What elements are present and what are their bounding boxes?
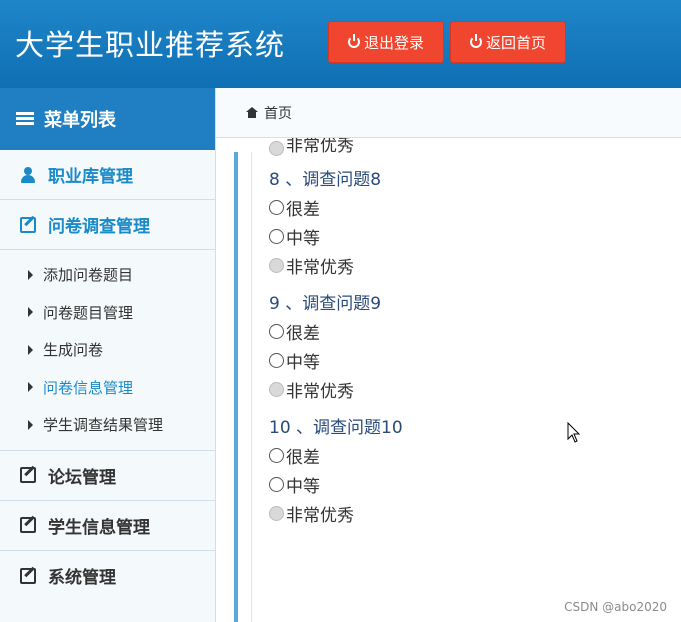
- option-label: 中等: [286, 353, 320, 373]
- radio-button[interactable]: [269, 200, 284, 215]
- sidebar-item-career-library[interactable]: 职业库管理: [0, 150, 215, 200]
- caret-right-icon: [28, 344, 33, 355]
- submenu-label: 学生调查结果管理: [43, 416, 164, 435]
- sidebar-item-system[interactable]: 系统管理: [0, 551, 215, 601]
- option-row[interactable]: 中等: [269, 222, 669, 251]
- radio-button[interactable]: [269, 141, 284, 156]
- list-icon: [16, 112, 34, 126]
- return-home-label: 返回首页: [485, 33, 546, 52]
- edit-icon: [20, 216, 36, 233]
- option-row[interactable]: 非常优秀: [269, 138, 669, 156]
- option-label: 中等: [286, 229, 320, 249]
- menu-title: 菜单列表: [44, 110, 116, 131]
- option-row[interactable]: 非常优秀: [269, 375, 669, 404]
- submenu-generate-survey[interactable]: 生成问卷: [0, 331, 215, 369]
- option-row[interactable]: 很差: [269, 317, 669, 346]
- sidebar-item-label: 问卷调查管理: [48, 217, 150, 237]
- caret-right-icon: [28, 382, 33, 393]
- question-title: 9 、调查问题9: [269, 294, 382, 314]
- question-title: 8 、调查问题8: [269, 170, 382, 190]
- power-icon: [469, 34, 482, 48]
- watermark: CSDN @abo2020: [564, 600, 667, 614]
- option-row[interactable]: 中等: [269, 346, 669, 375]
- option-label: 非常优秀: [286, 382, 354, 402]
- logout-label: 退出登录: [363, 33, 424, 52]
- radio-button[interactable]: [269, 229, 284, 244]
- option-label: 非常优秀: [286, 506, 354, 526]
- option-row[interactable]: 很差: [269, 441, 669, 470]
- edit-icon: [20, 567, 36, 584]
- menu-header: 菜单列表: [0, 88, 215, 150]
- logout-button[interactable]: 退出登录: [328, 21, 444, 63]
- option-row[interactable]: 非常优秀: [269, 499, 669, 528]
- option-label: 非常优秀: [286, 258, 354, 278]
- option-label: 很差: [286, 324, 320, 344]
- breadcrumb-home[interactable]: 首页: [264, 103, 292, 123]
- submenu-label: 生成问卷: [43, 341, 104, 360]
- user-icon: [21, 166, 35, 183]
- caret-right-icon: [28, 307, 33, 318]
- submenu-label: 添加问卷题目: [43, 266, 134, 285]
- content-border: [234, 152, 238, 622]
- option-row[interactable]: 非常优秀: [269, 251, 669, 280]
- radio-button[interactable]: [269, 506, 284, 521]
- submenu-label: 问卷信息管理: [43, 378, 134, 397]
- edit-icon: [20, 467, 36, 483]
- app-title: 大学生职业推荐系统: [15, 28, 286, 62]
- sidebar-item-forum[interactable]: 论坛管理: [0, 451, 215, 501]
- option-label: 中等: [286, 477, 320, 497]
- return-home-button[interactable]: 返回首页: [450, 21, 566, 63]
- submenu-survey-results[interactable]: 学生调查结果管理: [0, 406, 215, 444]
- survey-content: 非常优秀 8 、调查问题8 很差 中等 非常优秀 9 、调查问题9 很差 中等 …: [216, 138, 681, 622]
- submenu-survey-info[interactable]: 问卷信息管理: [0, 369, 215, 407]
- radio-button[interactable]: [269, 477, 284, 492]
- survey-submenu: 添加问卷题目 问卷题目管理 生成问卷 问卷信息管理 学生调查结果管理: [0, 250, 215, 451]
- mouse-cursor-icon: [567, 422, 581, 443]
- radio-button[interactable]: [269, 382, 284, 397]
- sidebar: 菜单列表 职业库管理 问卷调查管理 添加问卷题目 问卷题目管理 生成问卷 问卷信…: [0, 88, 216, 622]
- radio-button[interactable]: [269, 448, 284, 463]
- power-icon: [347, 34, 360, 48]
- option-label: 非常优秀: [286, 138, 354, 156]
- survey-questions: 非常优秀 8 、调查问题8 很差 中等 非常优秀 9 、调查问题9 很差 中等 …: [269, 138, 669, 528]
- submenu-question-manage[interactable]: 问卷题目管理: [0, 294, 215, 332]
- option-row[interactable]: 很差: [269, 193, 669, 222]
- submenu-label: 问卷题目管理: [43, 303, 134, 322]
- submenu-add-question[interactable]: 添加问卷题目: [0, 256, 215, 294]
- breadcrumb: 首页: [216, 88, 681, 138]
- sidebar-item-label: 论坛管理: [48, 467, 116, 488]
- radio-button[interactable]: [269, 324, 284, 339]
- sidebar-item-label: 学生信息管理: [48, 517, 150, 538]
- sidebar-item-survey[interactable]: 问卷调查管理: [0, 200, 215, 250]
- option-row[interactable]: 中等: [269, 470, 669, 499]
- caret-right-icon: [28, 419, 33, 430]
- content-divider: [251, 152, 252, 622]
- home-icon: [246, 107, 258, 118]
- sidebar-item-label: 职业库管理: [48, 167, 133, 187]
- radio-button[interactable]: [269, 353, 284, 368]
- radio-button[interactable]: [269, 258, 284, 273]
- edit-icon: [20, 517, 36, 533]
- sidebar-item-students[interactable]: 学生信息管理: [0, 501, 215, 551]
- option-label: 很差: [286, 200, 320, 220]
- app-header: 大学生职业推荐系统 退出登录 返回首页: [0, 0, 681, 88]
- sidebar-item-label: 系统管理: [48, 568, 116, 588]
- question-title: 10 、调查问题10: [269, 418, 403, 438]
- caret-right-icon: [28, 269, 33, 280]
- option-label: 很差: [286, 448, 320, 468]
